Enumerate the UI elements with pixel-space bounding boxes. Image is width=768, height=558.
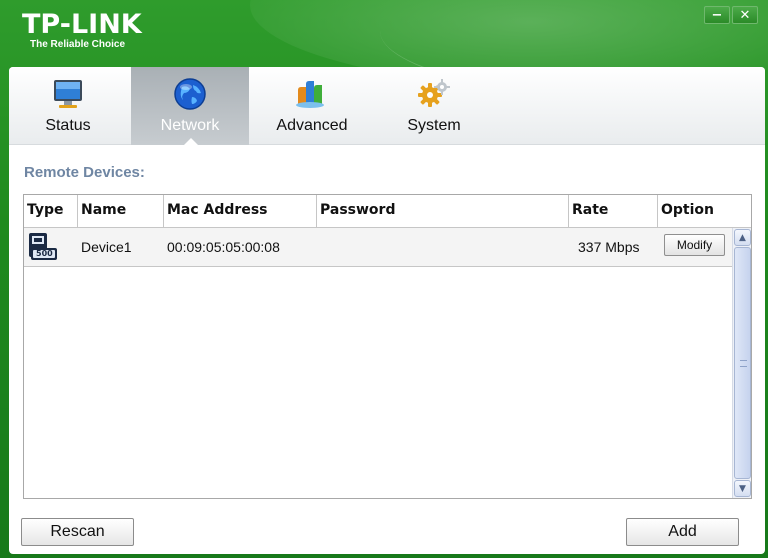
- scrollbar-thumb[interactable]: [734, 247, 751, 479]
- device-name: Device1: [81, 239, 132, 255]
- table-row[interactable]: 500 Device1 00:09:05:05:00:08 337 Mbps M…: [24, 228, 732, 267]
- chart-icon: [294, 77, 330, 111]
- window-controls: − ✕: [704, 6, 758, 24]
- powerline-device-icon: 500: [27, 232, 57, 262]
- tab-network[interactable]: Network: [131, 67, 249, 146]
- tab-system-label: System: [407, 117, 461, 134]
- scroll-up-arrow-icon[interactable]: ▲: [734, 229, 751, 246]
- vertical-scrollbar[interactable]: ▲ ▼: [732, 228, 751, 498]
- globe-icon: [172, 77, 208, 111]
- column-header-mac[interactable]: Mac Address: [164, 195, 317, 228]
- rescan-button[interactable]: Rescan: [21, 518, 134, 546]
- tab-status-label: Status: [45, 117, 91, 134]
- add-button[interactable]: Add: [626, 518, 739, 546]
- scrollbar-grip-icon: [740, 360, 747, 367]
- tab-bar: Status Network Advanced System: [9, 67, 765, 146]
- column-header-name[interactable]: Name: [78, 195, 164, 228]
- device-rate: 337 Mbps: [578, 239, 640, 255]
- app-window: TP-LINK The Reliable Choice − ✕ Status N…: [0, 0, 768, 558]
- modify-button[interactable]: Modify: [664, 234, 725, 256]
- device-mac: 00:09:05:05:00:08: [167, 239, 280, 255]
- remote-devices-table: Type Name Mac Address Password Rate Opti…: [23, 194, 752, 499]
- column-header-password[interactable]: Password: [317, 195, 569, 228]
- column-header-rate[interactable]: Rate: [569, 195, 658, 228]
- tab-network-label: Network: [160, 117, 220, 134]
- table-header: Type Name Mac Address Password Rate Opti…: [24, 195, 751, 228]
- tab-system[interactable]: System: [375, 67, 493, 145]
- minimize-button[interactable]: −: [704, 6, 730, 24]
- device-icon-text: 500: [36, 249, 53, 258]
- logo-tagline: The Reliable Choice: [30, 39, 126, 50]
- logo-brand: TP-LINK: [22, 9, 142, 40]
- main-panel: Status Network Advanced System Remote De…: [9, 67, 765, 554]
- tab-status[interactable]: Status: [9, 67, 127, 145]
- tab-advanced[interactable]: Advanced: [253, 67, 371, 145]
- column-header-type[interactable]: Type: [24, 195, 78, 228]
- close-button[interactable]: ✕: [732, 6, 758, 24]
- section-title: Remote Devices:: [24, 164, 145, 181]
- monitor-icon: [50, 77, 86, 111]
- scroll-down-arrow-icon[interactable]: ▼: [734, 480, 751, 497]
- tp-link-logo: TP-LINK The Reliable Choice: [22, 9, 142, 51]
- column-header-option[interactable]: Option: [658, 195, 751, 228]
- tab-advanced-label: Advanced: [276, 117, 348, 134]
- gear-icon: [416, 77, 452, 111]
